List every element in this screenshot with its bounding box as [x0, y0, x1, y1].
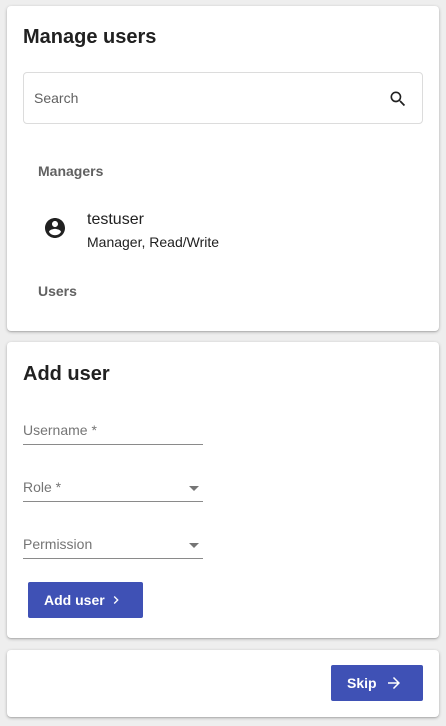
role-select[interactable]: Role * — [23, 475, 203, 502]
manager-list-item[interactable]: testuser Manager, Read/Write — [23, 202, 423, 262]
add-user-card: Add user Username * Role * Permission Ad… — [7, 342, 439, 638]
actions-card: Skip — [7, 650, 439, 717]
dropdown-arrow-icon — [189, 486, 199, 491]
skip-button[interactable]: Skip — [331, 665, 423, 701]
skip-button-label: Skip — [347, 675, 377, 691]
search-box[interactable] — [23, 72, 423, 124]
username-label: Username * — [23, 422, 97, 438]
add-user-button-label: Add user — [44, 592, 105, 608]
manage-users-title: Manage users — [23, 26, 157, 48]
managers-subheader: Managers — [38, 163, 104, 179]
user-role: Manager, Read/Write — [87, 234, 220, 250]
username-field[interactable]: Username * — [23, 418, 203, 445]
permission-select[interactable]: Permission — [23, 532, 203, 559]
arrow-right-icon — [388, 677, 400, 689]
manage-users-card: Manage users Managers testuser Manager, … — [7, 6, 439, 331]
dropdown-arrow-icon — [189, 543, 199, 548]
search-icon[interactable] — [388, 89, 408, 109]
permission-label: Permission — [23, 536, 93, 552]
role-label: Role * — [23, 479, 62, 495]
user-name: testuser — [87, 211, 144, 228]
users-subheader: Users — [38, 283, 77, 299]
account-circle-icon — [45, 218, 65, 238]
add-user-title: Add user — [23, 363, 110, 385]
add-user-button[interactable]: Add user — [28, 582, 143, 618]
chevron-right-icon — [113, 596, 119, 604]
search-input[interactable] — [34, 87, 364, 109]
